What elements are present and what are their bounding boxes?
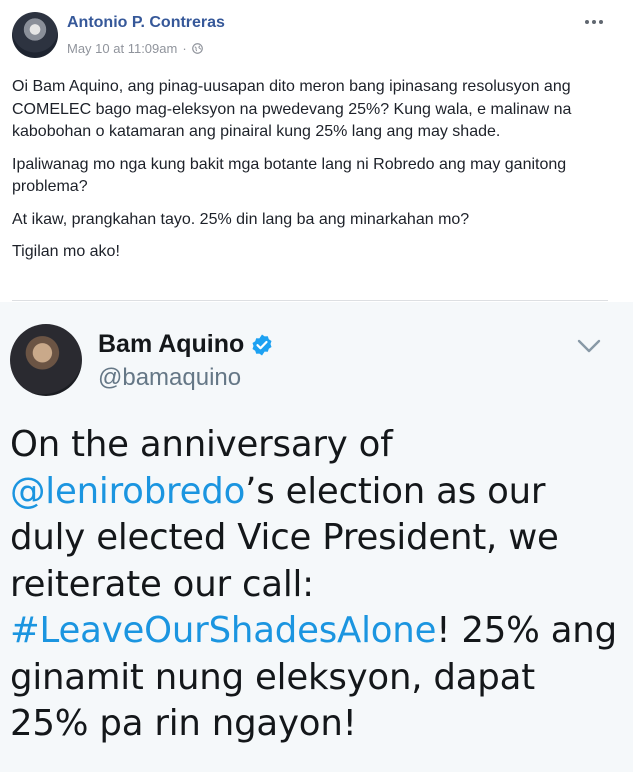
post-paragraph: Ipaliwanag mo nga kung bakit mga botante… [12,155,567,196]
tweet-text: On the anniversary of @lenirobredo’s ele… [10,422,620,748]
post-paragraph: Oi Bam Aquino, ang pinag-uusapan dito me… [12,78,572,140]
globe-icon[interactable] [191,43,203,54]
post-timestamp[interactable]: May 10 at 11:09am [67,41,177,56]
post-divider [12,300,608,301]
tweet-avatar[interactable] [10,324,82,396]
post-paragraph: Tigilan mo ako! [12,243,120,260]
post-body: Oi Bam Aquino, ang pinag-uusapan dito me… [12,76,612,274]
chevron-down-icon[interactable] [576,338,602,354]
author-name[interactable]: Antonio P. Contreras [67,14,225,32]
post-paragraph: At ikaw, prangkahan tayo. 25% din lang b… [12,210,470,228]
post-header: Antonio P. Contreras May 10 at 11:09am · [0,0,633,68]
post-meta: May 10 at 11:09am · [67,41,203,56]
meta-separator: · [182,41,187,56]
author-avatar[interactable] [12,12,58,58]
tweet-author-name-text: Bam Aquino [98,330,245,358]
more-options-icon[interactable] [585,14,607,30]
tweet-author-name[interactable]: Bam Aquino [98,330,274,359]
tweet-handle[interactable]: @bamaquino [98,364,241,392]
tweet-hashtag-link[interactable]: #LeaveOurShadesAlone [10,610,436,651]
tweet-text-part: On the anniversary of [10,424,393,465]
tweet-mention-link[interactable]: @lenirobredo [10,471,245,512]
verified-badge-icon [252,334,272,355]
embedded-tweet-image[interactable]: Bam Aquino @bamaquino On the anniversary… [0,302,633,772]
